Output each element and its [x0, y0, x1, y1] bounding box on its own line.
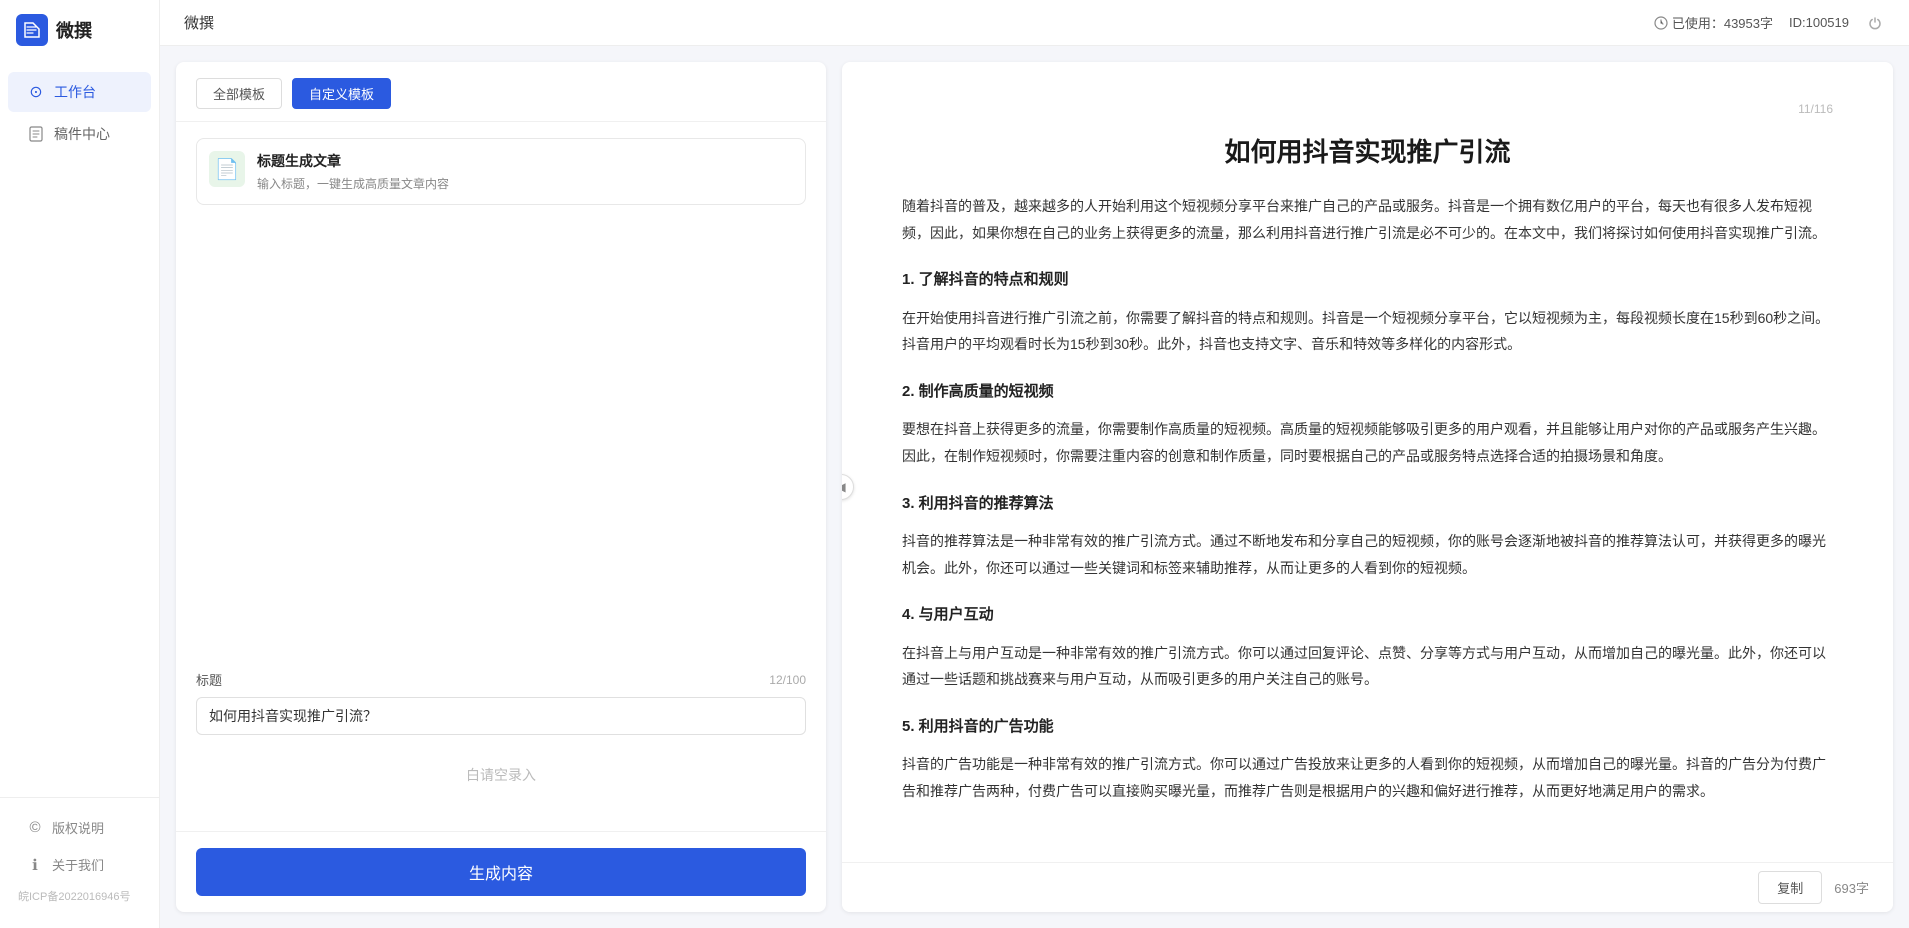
copy-button[interactable]: 复制 — [1758, 871, 1822, 904]
drafts-icon — [26, 124, 46, 144]
article-heading-5: 5. 利用抖音的广告功能 — [902, 713, 1833, 742]
article-para-2: 要想在抖音上获得更多的流量，你需要制作高质量的短视频。高质量的短视频能够吸引更多… — [902, 416, 1833, 469]
sidebar-label-drafts: 稿件中心 — [54, 124, 110, 144]
title-input[interactable] — [196, 697, 806, 735]
word-count: 693字 — [1834, 878, 1869, 897]
topbar: 微撰 已使用：43953字 ID:100519 — [160, 0, 1909, 46]
power-button[interactable] — [1865, 13, 1885, 33]
logo-text: 微撰 — [56, 17, 92, 43]
topbar-usage: 已使用：43953字 — [1654, 13, 1773, 32]
topbar-id: ID:100519 — [1789, 15, 1849, 30]
article-para-5: 抖音的广告功能是一种非常有效的推广引流方式。你可以通过广告投放来让更多的人看到你… — [902, 751, 1833, 804]
title-label-text: 标题 — [196, 670, 222, 689]
about-icon: ℹ — [26, 856, 44, 874]
clock-icon — [1654, 16, 1668, 30]
main: 微撰 已使用：43953字 ID:100519 全部模板 自定义模板 📄 — [160, 0, 1909, 928]
tab-all-templates[interactable]: 全部模板 — [196, 78, 282, 109]
icp-text: 皖ICP备2022016946号 — [0, 884, 159, 908]
tab-custom-templates[interactable]: 自定义模板 — [292, 78, 391, 109]
usage-text: 已使用：43953字 — [1672, 13, 1773, 32]
generate-button[interactable]: 生成内容 — [196, 848, 806, 896]
right-panel-footer: 复制 693字 — [842, 862, 1893, 912]
article-content-area: 11/116 如何用抖音实现推广引流 随着抖音的普及，越来越多的人开始利用这个短… — [842, 62, 1893, 912]
sidebar-item-copyright[interactable]: © 版权说明 — [8, 810, 151, 845]
title-field-label: 标题 12/100 — [196, 670, 806, 689]
sidebar: 微撰 ⊙ 工作台 稿件中心 © 版权说明 ℹ 关于我们 皖ICP备2022016… — [0, 0, 160, 928]
content-area: 全部模板 自定义模板 📄 标题生成文章 输入标题，一键生成高质量文章内容 标题 … — [160, 46, 1909, 928]
template-card-title: 标题生成文章 — [257, 151, 449, 171]
topbar-right: 已使用：43953字 ID:100519 — [1654, 13, 1885, 33]
copyright-label: 版权说明 — [52, 818, 104, 837]
article-body: 随着抖音的普及，越来越多的人开始利用这个短视频分享平台来推广自己的产品或服务。抖… — [902, 193, 1833, 805]
topbar-title: 微撰 — [184, 12, 214, 33]
template-card-info: 标题生成文章 输入标题，一键生成高质量文章内容 — [257, 151, 449, 192]
article-heading-2: 2. 制作高质量的短视频 — [902, 378, 1833, 407]
article-intro: 随着抖音的普及，越来越多的人开始利用这个短视频分享平台来推广自己的产品或服务。抖… — [902, 193, 1833, 246]
page-number: 11/116 — [902, 102, 1833, 116]
article-heading-4: 4. 与用户互动 — [902, 601, 1833, 630]
form-section: 标题 12/100 白请空录入 — [176, 654, 826, 831]
sidebar-item-workbench[interactable]: ⊙ 工作台 — [8, 72, 151, 112]
left-panel-footer: 生成内容 — [176, 831, 826, 912]
left-panel-header: 全部模板 自定义模板 — [176, 62, 826, 122]
article-para-1: 在开始使用抖音进行推广引流之前，你需要了解抖音的特点和规则。抖音是一个短视频分享… — [902, 305, 1833, 358]
left-panel: 全部模板 自定义模板 📄 标题生成文章 输入标题，一键生成高质量文章内容 标题 … — [176, 62, 826, 912]
left-panel-body: 📄 标题生成文章 输入标题，一键生成高质量文章内容 — [176, 122, 826, 654]
sidebar-nav: ⊙ 工作台 稿件中心 — [0, 60, 159, 797]
article-heading-3: 3. 利用抖音的推荐算法 — [902, 490, 1833, 519]
article-heading-1: 1. 了解抖音的特点和规则 — [902, 266, 1833, 295]
logo-area: 微撰 — [0, 0, 159, 60]
article-title: 如何用抖音实现推广引流 — [902, 132, 1833, 169]
sidebar-item-about[interactable]: ℹ 关于我们 — [8, 847, 151, 882]
right-panel: ◀ 11/116 如何用抖音实现推广引流 随着抖音的普及，越来越多的人开始利用这… — [842, 62, 1893, 912]
article-para-3: 抖音的推荐算法是一种非常有效的推广引流方式。通过不断地发布和分享自己的短视频，你… — [902, 528, 1833, 581]
template-card-desc: 输入标题，一键生成高质量文章内容 — [257, 175, 449, 192]
template-card-icon: 📄 — [209, 151, 245, 187]
logo-icon — [16, 14, 48, 46]
about-label: 关于我们 — [52, 855, 104, 874]
template-card[interactable]: 📄 标题生成文章 输入标题，一键生成高质量文章内容 — [196, 138, 806, 205]
copyright-icon: © — [26, 819, 44, 837]
sidebar-label-workbench: 工作台 — [54, 82, 96, 102]
workbench-icon: ⊙ — [26, 82, 46, 102]
article-para-4: 在抖音上与用户互动是一种非常有效的推广引流方式。你可以通过回复评论、点赞、分享等… — [902, 640, 1833, 693]
content-placeholder-text: 白请空录入 — [196, 735, 806, 815]
sidebar-bottom: © 版权说明 ℹ 关于我们 皖ICP备2022016946号 — [0, 797, 159, 928]
title-char-count: 12/100 — [769, 673, 806, 687]
sidebar-item-drafts[interactable]: 稿件中心 — [8, 114, 151, 154]
